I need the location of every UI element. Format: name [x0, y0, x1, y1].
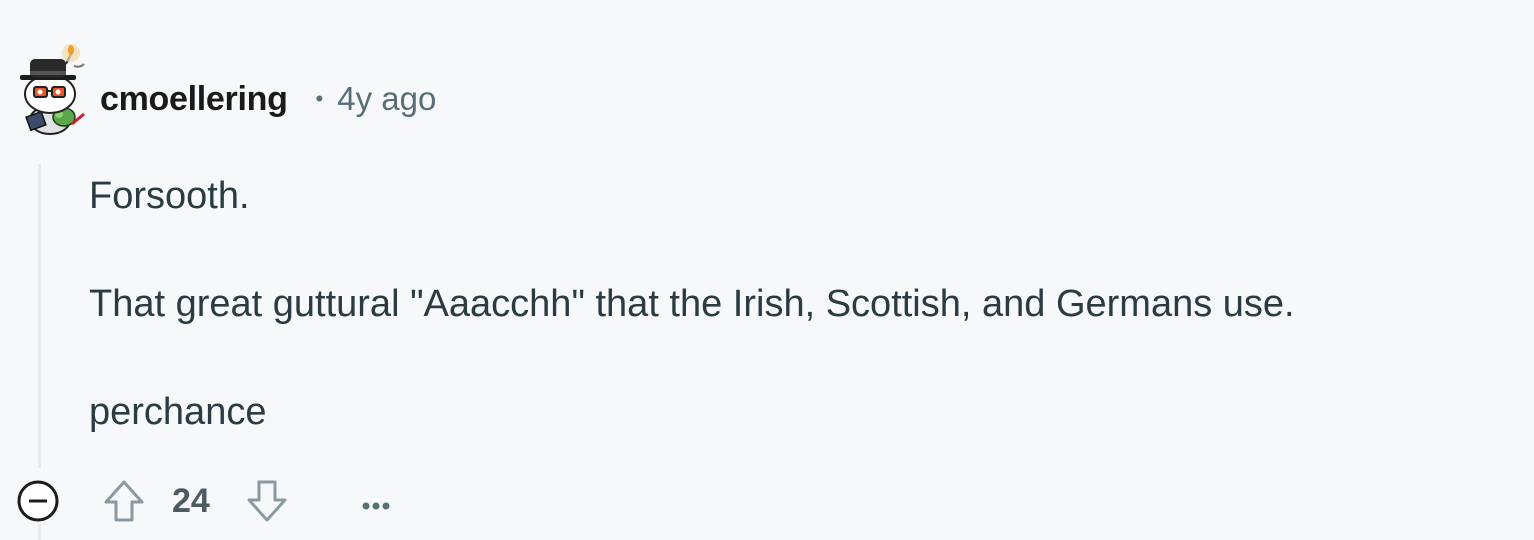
snoo-avatar-icon [20, 44, 85, 135]
upvote-button[interactable] [102, 478, 146, 524]
vote-score: 24 [172, 482, 210, 520]
downvote-button[interactable] [245, 478, 289, 524]
more-options-button[interactable] [354, 478, 398, 524]
upvote-arrow-icon [104, 480, 144, 522]
comment-timestamp[interactable]: 4y ago [337, 80, 436, 118]
collapse-minus-icon [17, 480, 59, 522]
comment-header: cmoellering • 4y ago [100, 76, 436, 122]
comment-actions: 24 [0, 470, 500, 530]
comment-paragraph: Forsooth. [89, 175, 250, 217]
downvote-arrow-icon [247, 480, 287, 522]
collapse-button[interactable] [16, 479, 60, 523]
comment: cmoellering • 4y ago Forsooth. That grea… [0, 0, 1534, 540]
author-username[interactable]: cmoellering [100, 80, 288, 119]
user-avatar[interactable] [14, 42, 94, 140]
comment-paragraph: perchance [89, 391, 267, 433]
thread-line[interactable] [38, 164, 41, 468]
more-options-icon [362, 502, 390, 510]
meta-separator: • [315, 86, 324, 111]
comment-paragraph: That great guttural "Aaacchh" that the I… [89, 283, 1295, 325]
